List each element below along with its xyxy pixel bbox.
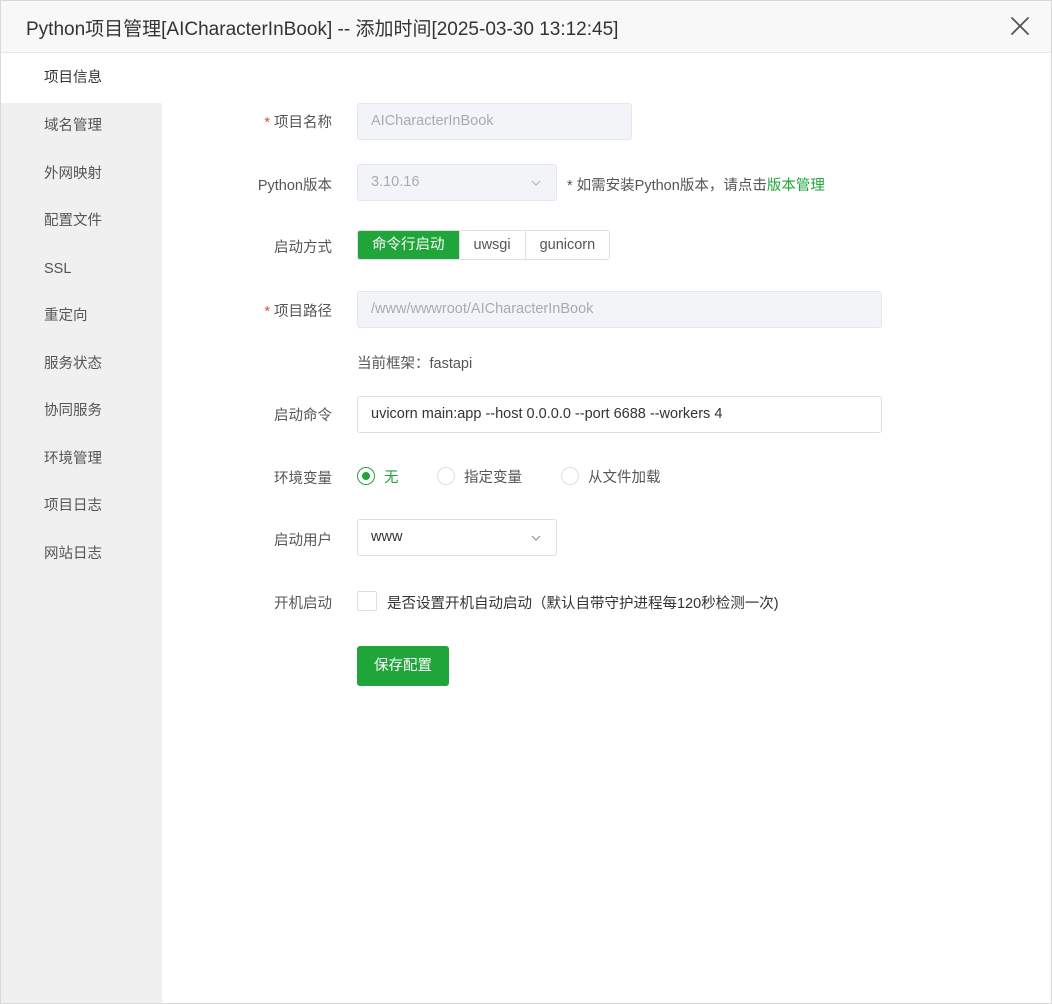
sidebar-item-env-management[interactable]: 环境管理 [1, 436, 162, 484]
env-vars-radio-none[interactable]: 无 [357, 466, 399, 486]
start-command-input[interactable]: uvicorn main:app --host 0.0.0.0 --port 6… [357, 396, 882, 433]
project-info-form: * 项目名称 AICharacterInBook Python版本 3.10.16… [162, 53, 1051, 1003]
save-config-button[interactable]: 保存配置 [357, 646, 449, 686]
sidebar-item-redirect[interactable]: 重定向 [1, 293, 162, 341]
sidebar-item-project-log[interactable]: 项目日志 [1, 483, 162, 531]
radio-icon [561, 467, 579, 485]
sidebar-item-service-status[interactable]: 服务状态 [1, 341, 162, 389]
env-vars-radio-specify[interactable]: 指定变量 [437, 466, 522, 486]
sidebar-nav: 项目信息 域名管理 外网映射 配置文件 SSL 重定向 服务状态 协同服务 环境… [1, 53, 162, 1003]
sidebar-item-site-log[interactable]: 网站日志 [1, 531, 162, 579]
required-mark: * [264, 304, 270, 320]
start-mode-label: 启动方式 [274, 240, 332, 256]
start-user-select[interactable]: www [357, 519, 557, 556]
project-name-input[interactable]: AICharacterInBook [357, 103, 632, 140]
start-user-value: www [371, 529, 403, 545]
start-mode-gunicorn-button[interactable]: gunicorn [524, 231, 610, 259]
close-icon [1011, 17, 1029, 35]
start-mode-cli-button[interactable]: 命令行启动 [358, 231, 459, 259]
python-version-value: 3.10.16 [371, 174, 420, 190]
radio-checked-icon [357, 467, 375, 485]
project-dialog: Python项目管理[AICharacterInBook] -- 添加时间[20… [0, 0, 1052, 1004]
sidebar-item-external-mapping[interactable]: 外网映射 [1, 151, 162, 199]
sidebar-item-project-info[interactable]: 项目信息 [1, 53, 162, 103]
start-user-label: 启动用户 [274, 533, 332, 549]
framework-text: 当前框架：fastapi [357, 356, 473, 372]
python-version-hint: * 如需安装Python版本，请点击版本管理 [567, 178, 825, 194]
dialog-title: Python项目管理[AICharacterInBook] -- 添加时间[20… [26, 19, 619, 40]
autostart-checkbox[interactable] [357, 591, 377, 611]
python-version-select[interactable]: 3.10.16 [357, 164, 557, 201]
env-vars-label: 环境变量 [274, 471, 332, 487]
autostart-checkbox-label: 是否设置开机自动启动（默认自带守护进程每120秒检测一次) [387, 596, 779, 612]
start-mode-uwsgi-button[interactable]: uwsgi [458, 231, 525, 259]
chevron-down-icon [530, 177, 542, 189]
version-management-link[interactable]: 版本管理 [767, 178, 825, 194]
project-path-label: * 项目路径 [264, 304, 332, 320]
project-name-label: * 项目名称 [264, 115, 332, 131]
env-vars-radio-from-file[interactable]: 从文件加载 [561, 466, 661, 486]
autostart-label: 开机启动 [274, 596, 332, 612]
chevron-down-icon [530, 532, 542, 544]
dialog-titlebar: Python项目管理[AICharacterInBook] -- 添加时间[20… [1, 1, 1051, 53]
radio-icon [437, 467, 455, 485]
start-mode-group: 命令行启动 uwsgi gunicorn [357, 230, 611, 260]
required-mark: * [264, 115, 270, 131]
sidebar-item-config-file[interactable]: 配置文件 [1, 198, 162, 246]
sidebar-item-domain-management[interactable]: 域名管理 [1, 103, 162, 151]
project-path-input[interactable]: /www/wwwroot/AICharacterInBook [357, 291, 882, 328]
sidebar-item-ssl[interactable]: SSL [1, 246, 162, 294]
close-button[interactable] [1005, 11, 1035, 41]
python-version-label: Python版本 [257, 178, 332, 194]
start-command-label: 启动命令 [274, 408, 332, 424]
sidebar-item-collab-service[interactable]: 协同服务 [1, 388, 162, 436]
